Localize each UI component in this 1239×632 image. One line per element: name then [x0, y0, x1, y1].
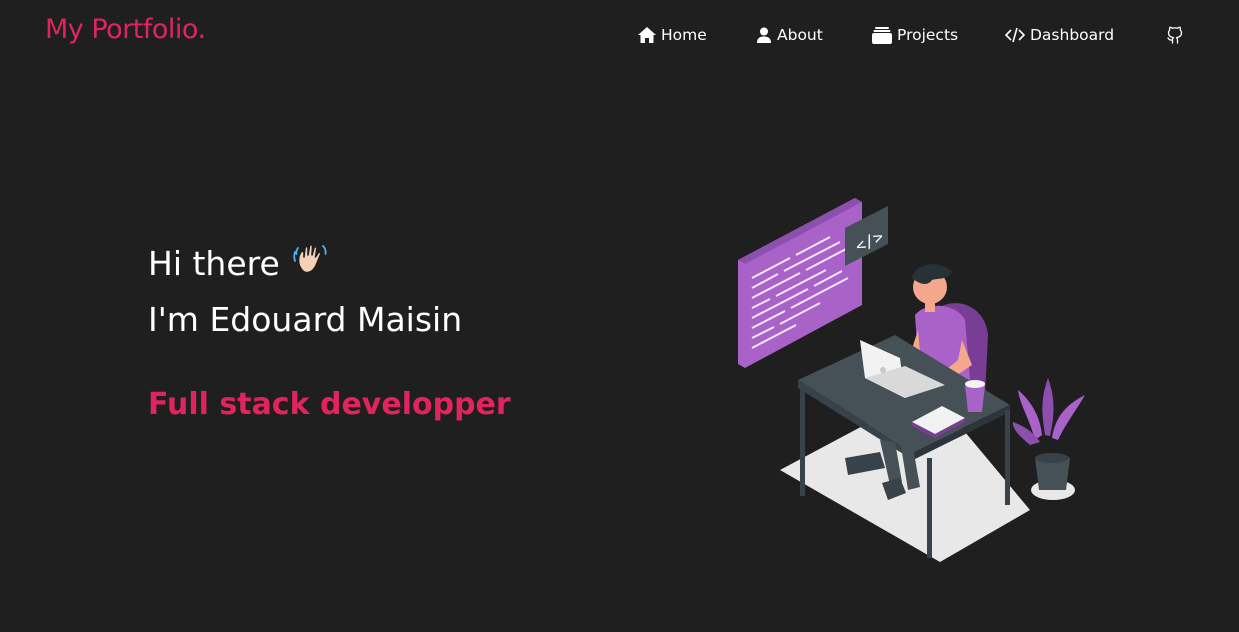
nav-home-label: Home: [661, 26, 707, 44]
developer-illustration: </>: [730, 190, 1100, 570]
nav-projects[interactable]: Projects: [872, 23, 958, 47]
user-icon: [756, 27, 772, 43]
nav-about[interactable]: About: [756, 23, 823, 47]
nav-dashboard[interactable]: Dashboard: [1005, 23, 1114, 47]
nav-home[interactable]: Home: [638, 23, 707, 47]
code-icon: [1005, 27, 1025, 43]
github-icon: [1166, 26, 1184, 44]
nav-projects-label: Projects: [897, 26, 959, 44]
home-icon: [638, 27, 656, 43]
waving-hand-icon: [292, 240, 330, 286]
brand-logo-link[interactable]: My Portfolio.: [45, 14, 206, 45]
hero-name: I'm Edouard Maisin: [148, 300, 463, 339]
nav-about-label: About: [777, 26, 823, 44]
folder-icon: [872, 26, 892, 44]
hero-role: Full stack developper: [148, 387, 511, 422]
hero-greeting: Hi there: [148, 240, 330, 286]
nav-github[interactable]: [1166, 23, 1184, 47]
hero-greeting-text: Hi there: [148, 243, 280, 283]
navbar: My Portfolio. Home About Projects Dashbo…: [0, 0, 1239, 70]
nav-dashboard-label: Dashboard: [1030, 26, 1115, 44]
